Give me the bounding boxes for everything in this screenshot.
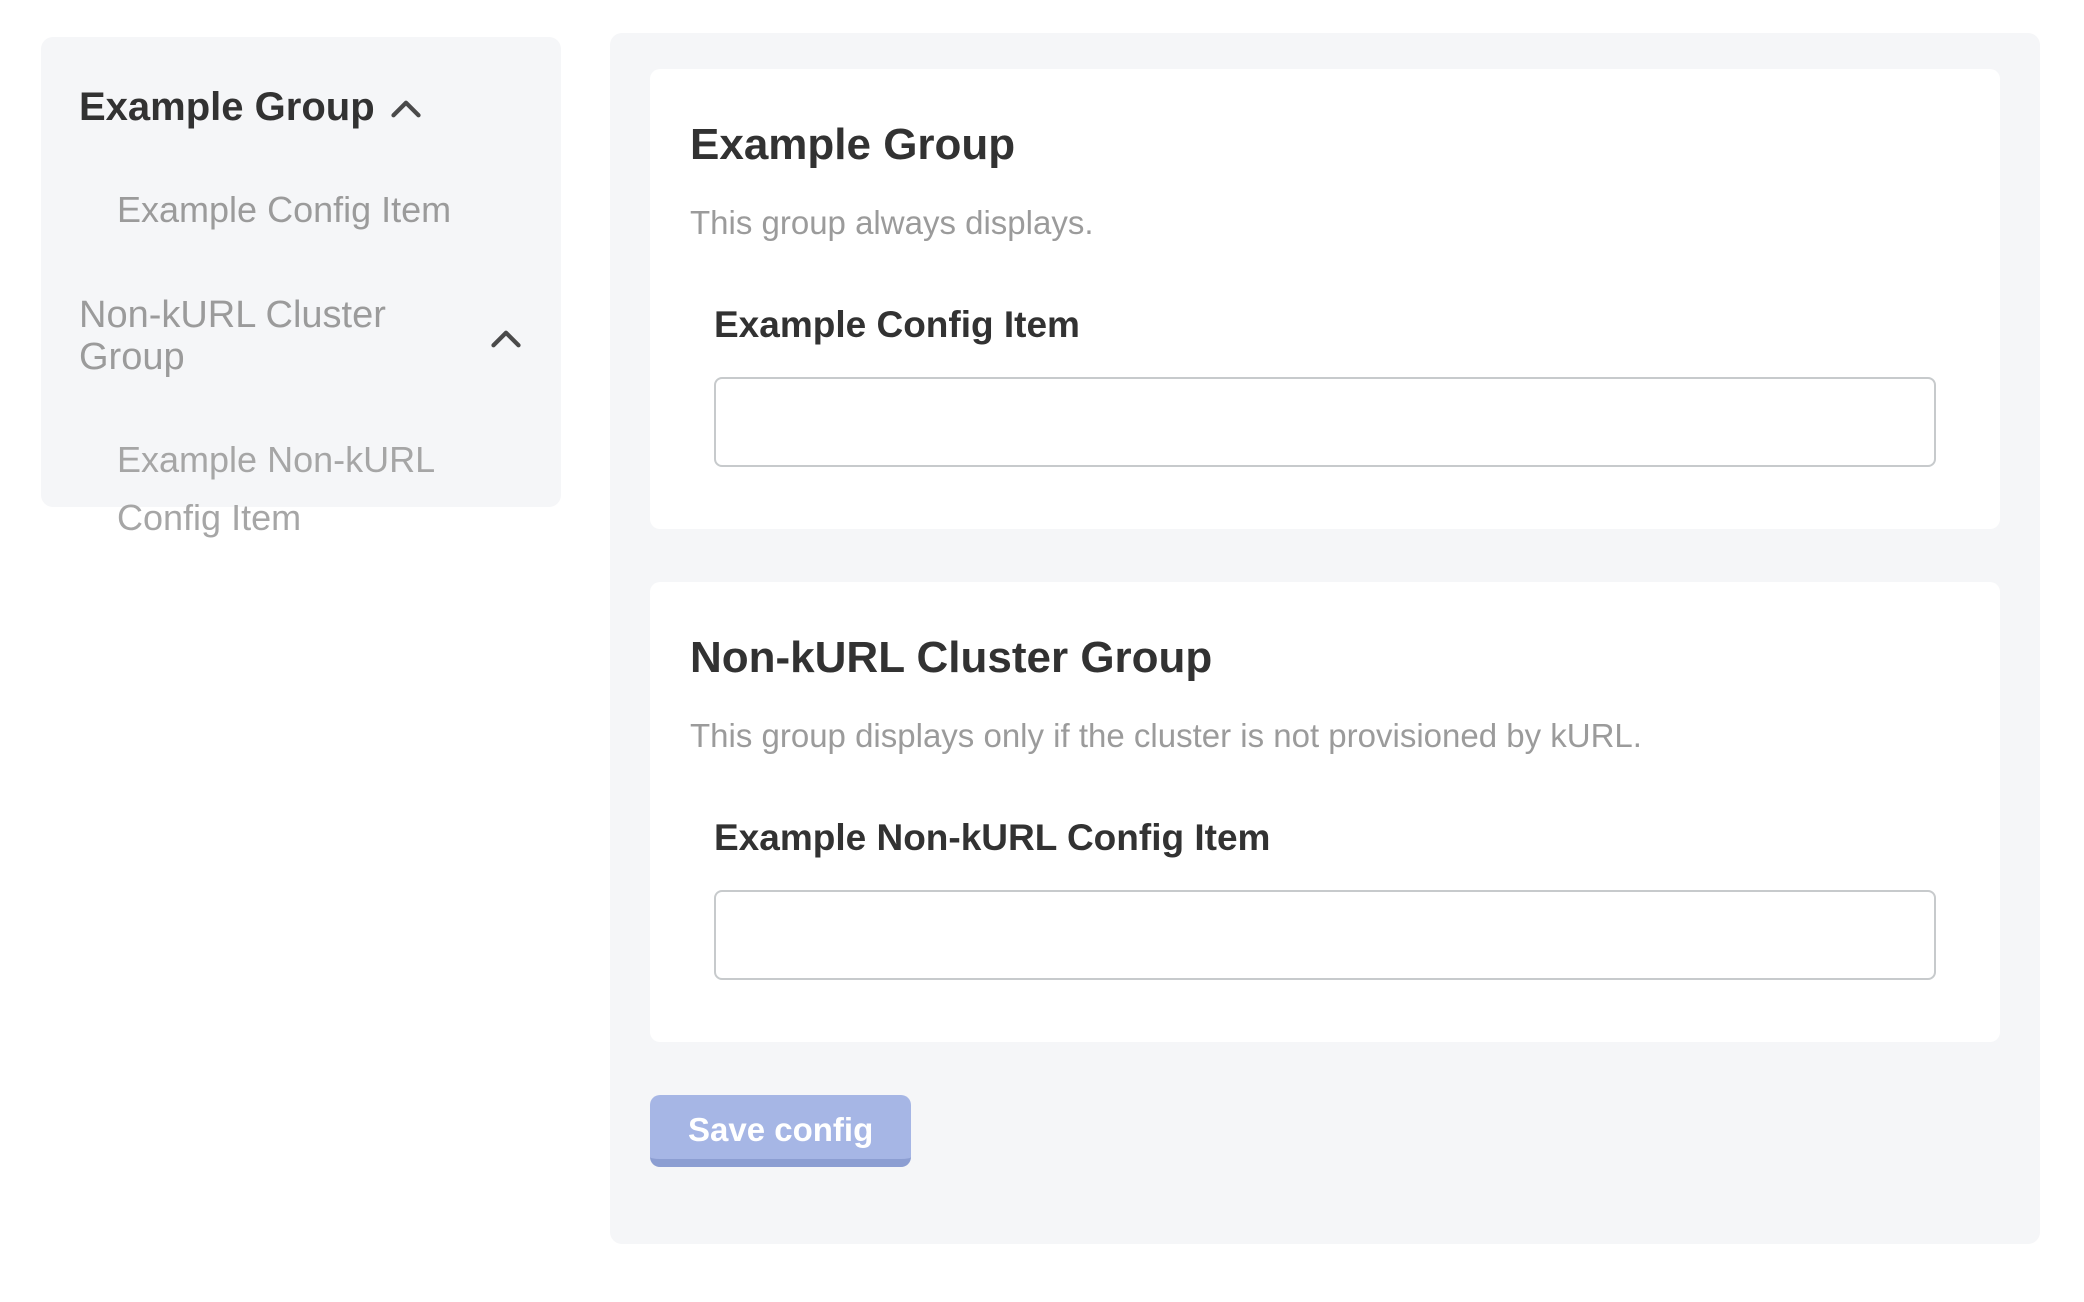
group-description: This group always displays.: [690, 202, 1960, 245]
group-title: Non-kURL Cluster Group: [690, 632, 1960, 685]
example-non-kurl-config-item-input[interactable]: [714, 890, 1936, 980]
save-config-button[interactable]: Save config: [650, 1095, 911, 1167]
sidebar-group-non-kurl-cluster-group[interactable]: Non-kURL Cluster Group: [79, 295, 521, 379]
config-group-card-example-group: Example Group This group always displays…: [650, 69, 2000, 529]
chevron-up-icon: [491, 330, 521, 348]
config-sidebar: Example Group Example Config Item Non-kU…: [41, 37, 561, 507]
sidebar-group-example-group[interactable]: Example Group: [79, 85, 521, 129]
sidebar-group-label: Example Group: [79, 85, 375, 129]
config-item: Example Config Item: [714, 303, 1936, 467]
example-config-item-input[interactable]: [714, 377, 1936, 467]
group-title: Example Group: [690, 119, 1960, 172]
config-main-panel: Example Group This group always displays…: [610, 33, 2040, 1244]
config-item-label: Example Config Item: [714, 303, 1936, 347]
config-group-card-non-kurl-cluster-group: Non-kURL Cluster Group This group displa…: [650, 582, 2000, 1042]
group-description: This group displays only if the cluster …: [690, 715, 1960, 758]
sidebar-item-label: Example Non-kURL Config Item: [117, 439, 434, 538]
sidebar-item-example-non-kurl-config-item[interactable]: Example Non-kURL Config Item: [117, 431, 447, 548]
sidebar-item-label: Example Config Item: [117, 189, 451, 230]
sidebar-group-label: Non-kURL Cluster Group: [79, 295, 475, 379]
chevron-up-icon: [391, 100, 421, 118]
config-item-label: Example Non-kURL Config Item: [714, 816, 1936, 860]
config-item: Example Non-kURL Config Item: [714, 816, 1936, 980]
sidebar-item-example-config-item[interactable]: Example Config Item: [117, 181, 521, 239]
